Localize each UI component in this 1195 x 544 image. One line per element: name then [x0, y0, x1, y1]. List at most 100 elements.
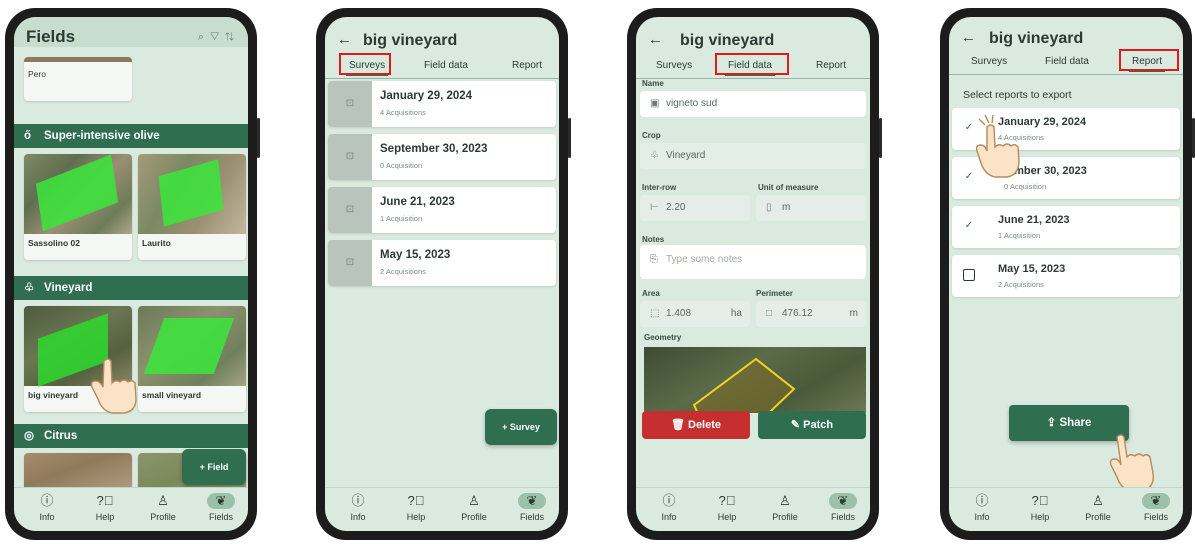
crop-field[interactable]: ♧ Vineyard — [640, 143, 866, 169]
bottom-nav: ⓘ Info ?⃝ Help ♙ Profile ❦ Fields — [636, 487, 870, 531]
tag-icon: ▣ — [650, 98, 660, 109]
report-date: May 15, 2023 — [998, 263, 1066, 275]
tab-surveys[interactable]: Surveys — [971, 56, 1007, 67]
survey-item[interactable]: ⊡ June 21, 2023 1 Acquisition — [328, 187, 556, 233]
survey-acquisitions: 0 Acquisition — [380, 161, 423, 170]
survey-thumbnail-icon: ⊡ — [328, 81, 372, 127]
checkbox-checked-icon[interactable]: ✓ — [963, 122, 975, 134]
nav-info[interactable]: ⓘ Info — [335, 493, 381, 522]
ruler-icon: ▯ — [766, 202, 772, 213]
screen: ← big vineyard Surveys Field data Report… — [636, 17, 870, 531]
reports-heading: Select reports to export — [963, 89, 1072, 101]
nav-profile[interactable]: ♙ Profile — [140, 493, 186, 522]
nav-profile[interactable]: ♙ Profile — [1075, 493, 1121, 522]
report-item[interactable]: ✓ June 21, 2023 1 Acquisition — [952, 206, 1180, 248]
nav-profile[interactable]: ♙ Profile — [451, 493, 497, 522]
filter-icon[interactable]: ▽ — [210, 31, 225, 43]
nav-info[interactable]: ⓘ Info — [646, 493, 692, 522]
survey-acquisitions: 2 Acquisitions — [380, 267, 426, 276]
pencil-icon: ✎ — [790, 419, 804, 431]
field-title: big vineyard — [363, 32, 458, 49]
name-field[interactable]: ▣ vigneto sud — [640, 91, 866, 117]
geometry-label: Geometry — [644, 333, 682, 342]
grape-icon: ♧ — [650, 150, 659, 161]
patch-button[interactable]: ✎ Patch — [758, 411, 866, 439]
report-item[interactable]: May 15, 2023 2 Acquisitions — [952, 255, 1180, 297]
help-icon: ?⃝ — [1031, 493, 1049, 508]
fields-icon: ❦ — [207, 493, 235, 509]
nav-profile[interactable]: ♙ Profile — [762, 493, 808, 522]
tab-surveys[interactable]: Surveys — [656, 60, 692, 71]
sort-icon[interactable]: ⇅ — [225, 31, 240, 43]
back-arrow-icon[interactable]: ← — [337, 31, 352, 48]
nav-help[interactable]: ?⃝ Help — [704, 493, 750, 522]
section-vineyard: ♧ Vineyard — [14, 276, 248, 300]
header-actions: ⌕▽⇅ — [198, 31, 240, 44]
field-card-label: big vineyard — [28, 390, 79, 400]
nav-help[interactable]: ?⃝ Help — [1017, 493, 1063, 522]
checkbox-checked-icon[interactable]: ✓ — [963, 171, 975, 183]
survey-date: May 15, 2023 — [380, 249, 451, 261]
phone-fields-list: Fields ⌕▽⇅ Pero ő Super-intensive olive S… — [5, 8, 260, 540]
bottom-nav: ⓘ Info ?⃝ Help ♙ Profile ❦ Fields — [949, 487, 1183, 531]
width-icon: ⊢ — [650, 202, 659, 213]
tab-report[interactable]: Report — [512, 60, 542, 71]
nav-fields[interactable]: ❦ Fields — [820, 493, 866, 522]
section-citrus: ◎ Citrus — [14, 424, 248, 448]
nav-info[interactable]: ⓘ Info — [959, 493, 1005, 522]
nav-fields[interactable]: ❦ Fields — [509, 493, 555, 522]
note-icon: ⎘ — [650, 254, 658, 265]
phone-field-data: ← big vineyard Surveys Field data Report… — [627, 8, 882, 540]
add-survey-button[interactable]: + Survey — [485, 409, 557, 445]
unit-of-measure-select[interactable]: ▯ m — [756, 195, 866, 221]
tab-report[interactable]: Report — [816, 60, 846, 71]
nav-help[interactable]: ?⃝ Help — [393, 493, 439, 522]
field-card[interactable]: small vineyard — [138, 306, 246, 412]
phone-surveys: ← big vineyard Surveys Field data Report… — [316, 8, 571, 540]
screen: ← big vineyard Surveys Field data Report… — [325, 17, 559, 531]
survey-item[interactable]: ⊡ September 30, 2023 0 Acquisition — [328, 134, 556, 180]
tab-field-data[interactable]: Field data — [1045, 56, 1089, 67]
delete-button[interactable]: 🗑︎ Delete — [642, 411, 750, 439]
nav-fields[interactable]: ❦ Fields — [198, 493, 244, 522]
survey-date: September 30, 2023 — [380, 143, 488, 155]
field-title: big vineyard — [989, 30, 1084, 47]
notes-field[interactable]: ⎘ Type some notes — [640, 245, 866, 279]
geometry-map[interactable] — [644, 347, 866, 413]
nav-help[interactable]: ?⃝ Help — [82, 493, 128, 522]
checkbox-checked-icon[interactable]: ✓ — [963, 220, 975, 232]
highlight-box — [715, 53, 789, 75]
phone-report: ← big vineyard Surveys Field data Report… — [940, 8, 1195, 540]
profile-icon: ♙ — [468, 493, 480, 508]
tap-gesture-hand-icon — [90, 355, 148, 420]
fields-icon: ❦ — [518, 493, 546, 509]
info-icon: ⓘ — [975, 493, 989, 508]
field-card[interactable]: Laurito — [138, 154, 246, 260]
add-field-button[interactable]: + Field — [182, 449, 246, 485]
nav-info[interactable]: ⓘ Info — [24, 493, 70, 522]
tab-field-data[interactable]: Field data — [424, 60, 468, 71]
name-label: Name — [642, 79, 664, 88]
screen: ← big vineyard Surveys Field data Report… — [949, 17, 1183, 531]
area-icon: ⬚ — [650, 308, 660, 319]
perimeter-icon: □ — [766, 308, 773, 319]
profile-icon: ♙ — [157, 493, 169, 508]
nav-fields[interactable]: ❦ Fields — [1133, 493, 1179, 522]
search-icon[interactable]: ⌕ — [198, 31, 210, 43]
field-card[interactable]: Sassolino 02 — [24, 154, 132, 260]
section-olive: ő Super-intensive olive — [14, 124, 248, 148]
field-card[interactable]: Pero — [24, 57, 132, 101]
survey-item[interactable]: ⊡ January 29, 2024 4 Acquisitions — [328, 81, 556, 127]
satellite-thumbnail — [138, 306, 246, 386]
back-arrow-icon[interactable]: ← — [648, 31, 663, 48]
screen: Fields ⌕▽⇅ Pero ő Super-intensive olive S… — [14, 17, 248, 531]
help-icon: ?⃝ — [718, 493, 736, 508]
notes-label: Notes — [642, 235, 665, 244]
report-acquisitions: 1 Acquisition — [998, 231, 1041, 240]
back-arrow-icon[interactable]: ← — [961, 29, 976, 46]
report-date: June 21, 2023 — [998, 214, 1070, 226]
inter-row-field[interactable]: ⊢ 2.20 — [640, 195, 750, 221]
survey-item[interactable]: ⊡ May 15, 2023 2 Acquisitions — [328, 240, 556, 286]
bottom-nav: ⓘ Info ?⃝ Help ♙ Profile ❦ Fields — [325, 487, 559, 531]
checkbox-empty-icon[interactable] — [963, 269, 975, 281]
